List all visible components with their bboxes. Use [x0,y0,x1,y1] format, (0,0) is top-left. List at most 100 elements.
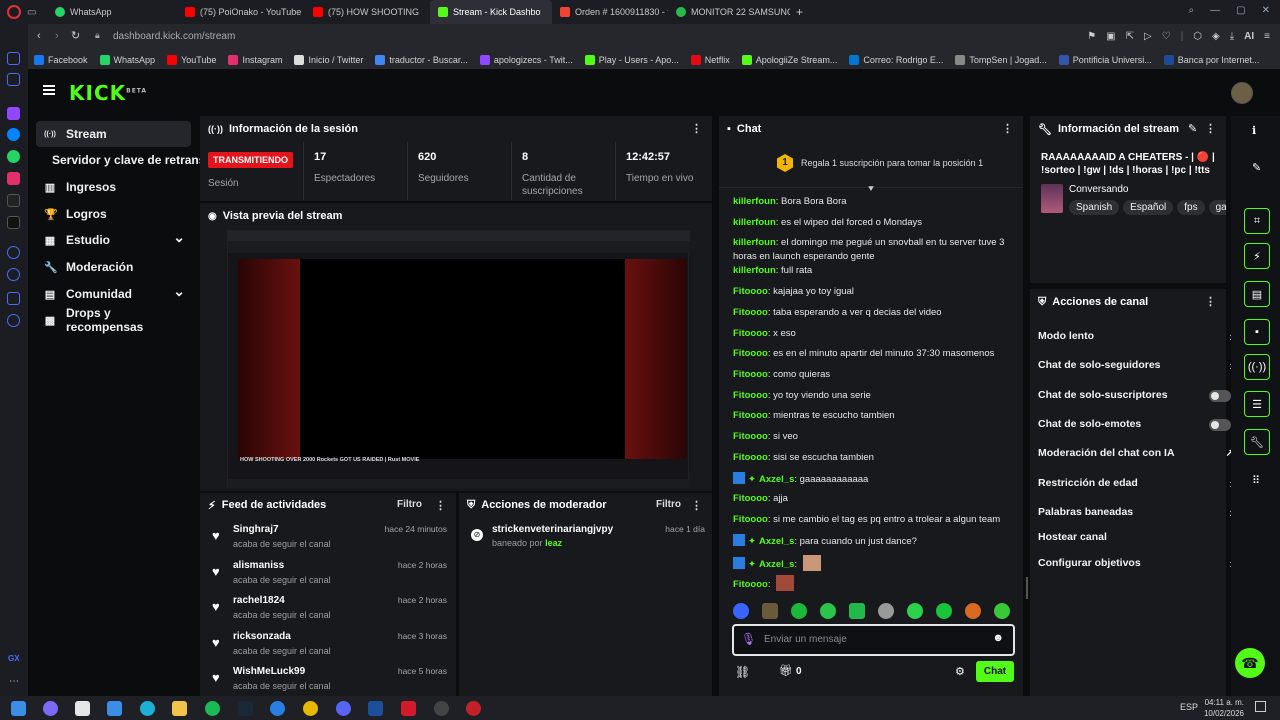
share-icon[interactable]: ⇱ [1126,31,1134,42]
url-field[interactable]: dashboard.kick.com/stream [113,31,235,42]
bookmark-item[interactable]: YouTube [167,55,216,65]
back-icon[interactable]: ‹ [37,30,41,42]
channel-action-item[interactable]: Chat de solo-emotes [1038,414,1231,434]
tab-youtube-2[interactable]: (75) HOW SHOOTING [305,0,430,24]
gift-leaderboard[interactable]: 1 Regala 1 suscripción para tomar la pos… [719,143,1023,188]
spotify-icon[interactable] [205,701,220,716]
channel-actions-more-icon[interactable]: ⋮ [1205,295,1216,308]
chrome-icon[interactable] [303,701,318,716]
tab-youtube-1[interactable]: (75) PoiOnako - YouTube [177,0,305,24]
pencil-icon[interactable]: ✎ [1252,161,1261,174]
nav-item[interactable]: ▥ Ingresos [36,174,191,200]
download-icon[interactable]: ⤓ [1230,31,1234,42]
stream-info-more-icon[interactable]: ⋮ [1205,122,1216,135]
chat-username[interactable]: Axzel_s [759,474,794,485]
chat-username[interactable]: Fitoooo [733,431,768,442]
channel-action-item[interactable]: Hostear canal [1038,527,1228,547]
close-icon[interactable]: ✕ [1262,5,1270,16]
minimize-icon[interactable]: — [1210,5,1220,16]
nav-item[interactable]: ((·)) Stream [36,121,191,147]
modactions-more-icon[interactable]: ⋮ [691,499,702,512]
channel-action-item[interactable]: Modo lento› [1038,326,1234,346]
snapshot-icon[interactable]: ▣ [1106,31,1115,42]
folder-icon[interactable] [172,701,187,716]
feed-username[interactable]: WishMeLuck99 [233,666,305,677]
collapse-icon[interactable]: ⠿ [1252,474,1260,487]
emoji-icon[interactable]: ☻ [992,632,1004,644]
cube-icon[interactable]: ◈ [1212,31,1220,42]
nav-item[interactable]: Servidor y clave de retransm [36,147,206,173]
tab-menu-icon[interactable]: ▭ [27,7,41,18]
chat-username[interactable]: Fitoooo [733,307,768,318]
toggle-switch[interactable] [1209,419,1231,431]
bookmark-item[interactable]: apologizecs - Twit... [479,55,573,65]
emote-icon[interactable] [965,603,981,619]
emote-icon[interactable] [936,603,952,619]
session-more-icon[interactable]: ⋮ [691,122,702,135]
clock[interactable]: 04:11 a. m. 10/02/2026 [1200,697,1244,719]
box-icon[interactable] [7,292,20,305]
mail-icon[interactable] [107,701,122,716]
tab-monitor[interactable]: MONITOR 22 SAMSUNG E [668,0,790,24]
emote-icon[interactable] [907,603,923,619]
feed-username[interactable]: Singhraj7 [233,524,279,535]
settings-icon[interactable]: ⚙︎ [955,665,965,678]
search-tabs-icon[interactable]: ⌕ [1189,5,1195,16]
pin-icon[interactable]: ⯆ [867,184,875,195]
bookmark-item[interactable]: ApologiiZe Stream... [741,55,837,65]
menu-icon[interactable]: ≡ [1264,31,1270,42]
channel-action-item[interactable]: Configurar objetivos› [1038,553,1234,573]
chat-username[interactable]: killerfoun [733,237,776,248]
emote-icon[interactable] [994,603,1010,619]
notifications-icon[interactable] [1255,701,1266,712]
x-icon[interactable] [7,216,20,229]
chat-username[interactable]: Fitoooo [733,493,768,504]
maximize-icon[interactable]: ▢ [1236,5,1245,16]
history-icon[interactable] [7,268,20,281]
hamburger-menu-icon[interactable] [43,85,55,95]
twitch-icon[interactable] [7,107,20,120]
feed-filter-button[interactable]: Filtro [397,499,422,510]
nav-item[interactable]: ▦ Estudio ⌄ [36,227,191,253]
bookmark-item[interactable]: traductor - Buscar... [375,55,468,65]
scan-button[interactable]: ⌗ [1244,208,1270,234]
category-name[interactable]: Conversando [1069,184,1128,195]
settings-icon[interactable] [7,314,20,327]
link-icon[interactable]: ⛓︎ [735,665,750,679]
clipboard-button[interactable]: ▤ [1244,281,1270,307]
chat-username[interactable]: killerfoun [733,265,776,276]
tab-whatsapp[interactable]: WhatsApp [47,0,177,24]
emote-icon[interactable] [849,603,865,619]
store-icon[interactable] [75,701,90,716]
emote-icon[interactable] [878,603,894,619]
messenger-icon[interactable] [7,128,20,141]
kick-logo[interactable]: KICKBETA [69,81,147,105]
channel-action-item[interactable]: Palabras baneadas› [1038,502,1234,522]
feed-username[interactable]: ricksonzada [233,631,291,642]
opera-gx-icon[interactable] [466,701,481,716]
channel-action-item[interactable]: Restricción de edad› [1038,473,1234,493]
nav-item[interactable]: 🏆 Logros [36,201,191,227]
chat-input[interactable]: 🎙︎ Enviar un mensaje ☻ [732,624,1015,656]
modactions-filter-button[interactable]: Filtro [656,499,681,510]
start-icon[interactable] [11,701,26,716]
bookmark-item[interactable]: Correo: Rodrigo E... [849,55,943,65]
instagram-icon[interactable] [7,172,20,185]
steam-icon[interactable] [368,701,383,716]
toggle-switch[interactable] [1209,390,1231,402]
emote-icon[interactable] [791,603,807,619]
mic-icon[interactable]: 🎙︎ [741,632,756,646]
feed-username[interactable]: rachel1824 [233,595,285,606]
chat-username[interactable]: Fitoooo [733,348,768,359]
gift-icon[interactable]: 🎁︎ [779,664,793,677]
mod-button[interactable]: ☰ [1244,391,1270,417]
nav-item[interactable]: ▩ Drops y recompensas [36,306,191,334]
steam-icon[interactable] [238,701,253,716]
language-indicator[interactable]: ESP [1180,702,1198,712]
copilot-icon[interactable] [43,701,58,716]
modaction-username[interactable]: strickenveterinariangjvpy [492,524,613,535]
chat-username[interactable]: Fitoooo [733,452,768,463]
nav-item[interactable]: ▤ Comunidad ⌄ [36,281,191,307]
chat-username[interactable]: Fitoooo [733,410,768,421]
emote-icon[interactable] [762,603,778,619]
